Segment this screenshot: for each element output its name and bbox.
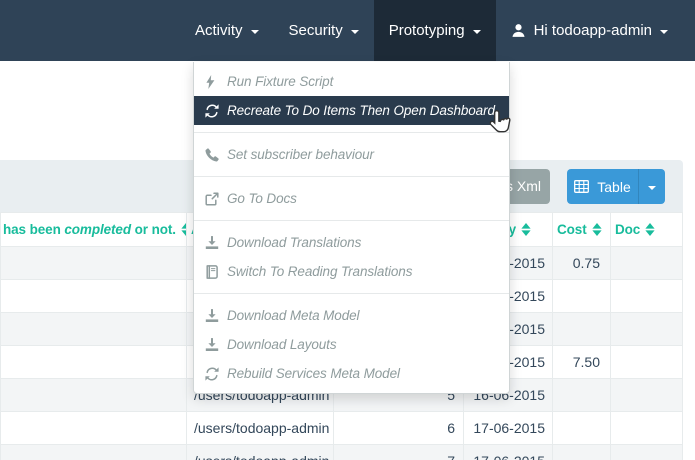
nav-label: Security (289, 22, 343, 39)
chevron-down-icon (660, 30, 668, 34)
menu-item-run-fixture-script[interactable]: Run Fixture Script (194, 67, 509, 96)
sort-icon (181, 223, 187, 236)
cell-completed (1, 346, 187, 379)
sort-icon (592, 223, 602, 236)
cell-doc (611, 412, 683, 445)
cell-completed (1, 280, 187, 313)
menu-item-label: Switch To Reading Translations (227, 264, 412, 279)
menu-item-label: Rebuild Services Meta Model (227, 366, 400, 381)
column-header-doc[interactable]: Doc (611, 213, 683, 247)
sort-icon (645, 223, 655, 236)
cell-due-by: 17-06-2015 (464, 412, 553, 445)
cell-at: /users/todoapp-admin (187, 412, 334, 445)
menu-item-go-to-docs[interactable]: Go To Docs (194, 184, 509, 213)
nav-label: Hi todoapp-admin (534, 22, 652, 39)
menu-item-label: Download Translations (227, 235, 361, 250)
table-row[interactable]: /users/todoapp-admin 6 17-06-2015 (1, 412, 683, 445)
cell-doc (611, 445, 683, 460)
menu-item-label: Go To Docs (227, 191, 297, 206)
nav-item-prototyping[interactable]: Prototyping (374, 0, 496, 61)
cell-at: /users/todoapp-admin (187, 445, 334, 460)
chevron-down-icon (251, 30, 259, 34)
cell-cost (553, 313, 611, 346)
bolt-icon (205, 75, 219, 89)
cell-cost: 0.75 (553, 247, 611, 280)
menu-item-rebuild-services-meta-model[interactable]: Rebuild Services Meta Model (194, 359, 509, 388)
column-header-completed[interactable]: has been completed or not. (1, 213, 187, 247)
cell-completed (1, 412, 187, 445)
navbar-menu: Activity Security Prototyping Hi todoapp… (180, 0, 683, 61)
cell-doc (611, 247, 683, 280)
table-grid-icon (574, 180, 589, 193)
nav-label: Activity (195, 22, 243, 39)
refresh-icon (205, 367, 219, 381)
header-text: has been (3, 222, 64, 237)
header-text: Doc (615, 222, 640, 237)
menu-item-download-layouts[interactable]: Download Layouts (194, 330, 509, 359)
nav-item-security[interactable]: Security (274, 0, 374, 61)
cell-completed (1, 247, 187, 280)
nav-item-activity[interactable]: Activity (180, 0, 274, 61)
cell-cost (553, 412, 611, 445)
menu-item-download-translations[interactable]: Download Translations (194, 228, 509, 257)
cell-cost: 7.50 (553, 346, 611, 379)
cell-cost (553, 280, 611, 313)
cell-number: 7 (334, 445, 464, 460)
menu-divider (194, 220, 509, 221)
cell-completed (1, 313, 187, 346)
table-view-button[interactable]: Table (567, 169, 638, 204)
header-text: Cost (557, 222, 587, 237)
menu-divider (194, 176, 509, 177)
cell-doc (611, 346, 683, 379)
menu-item-download-meta-model[interactable]: Download Meta Model (194, 301, 509, 330)
cell-cost (553, 379, 611, 412)
column-header-cost[interactable]: Cost (553, 213, 611, 247)
cell-completed (1, 379, 187, 412)
header-text: or not. (131, 222, 176, 237)
download-icon (205, 309, 219, 323)
nav-label: Prototyping (389, 22, 465, 39)
download-icon (205, 338, 219, 352)
chevron-down-icon (648, 186, 656, 190)
table-view-split-button: Table (567, 169, 665, 204)
menu-divider (194, 132, 509, 133)
cell-due-by: 17-06-2015 (464, 445, 553, 460)
menu-item-set-subscriber-behaviour[interactable]: Set subscriber behaviour (194, 140, 509, 169)
sort-icon (521, 223, 531, 236)
menu-item-label: Run Fixture Script (227, 74, 333, 89)
chevron-down-icon (351, 30, 359, 34)
cell-doc (611, 379, 683, 412)
nav-item-user[interactable]: Hi todoapp-admin (496, 0, 683, 61)
page: as Xml Table has been completed or not. … (0, 0, 695, 460)
menu-item-label: Set subscriber behaviour (227, 147, 374, 162)
cell-cost (553, 445, 611, 460)
menu-item-switch-to-reading-translations[interactable]: Switch To Reading Translations (194, 257, 509, 286)
menu-item-label: Recreate To Do Items Then Open Dashboard (227, 103, 495, 118)
refresh-icon (205, 104, 219, 118)
cell-number: 6 (334, 412, 464, 445)
cell-completed (1, 445, 187, 460)
user-icon (511, 23, 526, 38)
phone-icon (205, 148, 219, 162)
cell-doc (611, 313, 683, 346)
book-icon (205, 265, 219, 279)
external-link-icon (205, 192, 219, 206)
table-view-button-label: Table (597, 179, 630, 195)
menu-divider (194, 293, 509, 294)
table-view-caret-button[interactable] (638, 169, 665, 204)
header-text-em: completed (64, 222, 131, 237)
prototyping-dropdown-menu: Run Fixture Script Recreate To Do Items … (193, 62, 510, 394)
top-navbar: Activity Security Prototyping Hi todoapp… (0, 0, 695, 61)
download-icon (205, 236, 219, 250)
menu-item-recreate-todo-items[interactable]: Recreate To Do Items Then Open Dashboard (194, 96, 509, 125)
menu-item-label: Download Meta Model (227, 308, 359, 323)
menu-item-label: Download Layouts (227, 337, 336, 352)
table-row[interactable]: /users/todoapp-admin 7 17-06-2015 (1, 445, 683, 460)
cell-doc (611, 280, 683, 313)
chevron-down-icon (473, 30, 481, 34)
